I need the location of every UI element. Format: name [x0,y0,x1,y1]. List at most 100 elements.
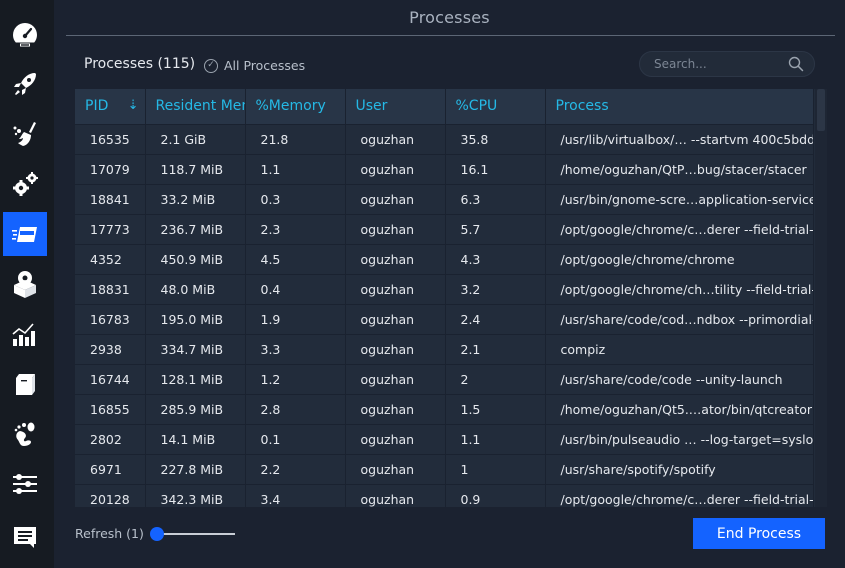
cell-user: oguzhan [345,394,446,425]
cell-memory-percent: 21.8 [245,124,346,155]
cell-process: /usr/bin/gnome-scre…application-service [545,184,814,215]
table-row[interactable]: 16535 2.1 GiB 21.8 oguzhan 35.8/usr/lib/virt… [75,124,814,155]
table-row[interactable]: 20128 342.3 MiB 3.4 oguzhan 0.9/opt/google/c… [75,484,814,507]
cell-pid: 17773 [75,214,146,245]
table-row[interactable]: 18831 48.0 MiB 0.4 oguzhan 3.2/opt/google/ch… [75,274,814,305]
cell-pid: 16744 [75,364,146,395]
table-row[interactable]: 17079 118.7 MiB 1.1 oguzhan 16.1/home/oguzha… [75,154,814,185]
cell-process: compiz [545,334,814,365]
cell-resident-memory: 236.7 MiB [145,214,246,245]
column-header-pid[interactable]: PID ⇣ [75,89,146,125]
sidebar-item-gnome-settings[interactable] [3,412,47,456]
cell-resident-memory: 2.1 GiB [145,124,246,155]
sidebar-item-system-cleaner[interactable] [3,112,47,156]
slider-track [156,533,235,535]
cell-pid: 6971 [75,454,146,485]
gnome-foot-icon [14,422,35,446]
column-header-cpu-percent[interactable]: %CPU [445,89,546,125]
cell-memory-percent: 1.1 [245,154,346,185]
resources-chart-icon [12,323,35,346]
sidebar-item-feedback[interactable] [3,515,47,559]
cell-resident-memory: 342.3 MiB [145,484,246,507]
sidebar-item-services[interactable] [3,162,47,206]
gears-icon [13,172,38,196]
cell-pid: 18831 [75,274,146,305]
table-header-row: PID ⇣ Resident Memory %Memory User %CPU P… [75,89,814,125]
cell-process: /home/oguzhan/Qt5.…ator/bin/qtcreator [545,394,814,425]
table-row[interactable]: 6971 227.8 MiB 2.2 oguzhan 1/usr/share/spoti… [75,454,814,485]
cell-user: oguzhan [345,214,446,245]
cell-memory-percent: 3.4 [245,484,346,507]
rocket-icon [14,73,36,95]
sidebar-item-dashboard[interactable] [3,12,47,56]
cell-memory-percent: 3.3 [245,334,346,365]
cell-cpu-percent: 16.1 [445,154,546,185]
cell-pid: 2802 [75,424,146,455]
column-header-memory-percent[interactable]: %Memory [245,89,346,125]
slider-handle[interactable] [150,527,164,541]
end-process-button[interactable]: End Process [693,518,825,549]
cell-resident-memory: 450.9 MiB [145,244,246,275]
sliders-icon [13,474,37,494]
column-header-user[interactable]: User [345,89,446,125]
search-icon[interactable] [788,56,804,72]
cell-resident-memory: 33.2 MiB [145,184,246,215]
check-circle-icon: ✓ [204,58,218,73]
cell-memory-percent: 0.1 [245,424,346,455]
cell-memory-percent: 2.3 [245,214,346,245]
sidebar-item-uninstaller[interactable] [3,262,47,306]
search-input[interactable] [654,57,784,71]
sidebar-item-resources[interactable] [3,312,47,356]
cell-memory-percent: 0.3 [245,184,346,215]
cell-resident-memory: 48.0 MiB [145,274,246,305]
table-scrollbar[interactable] [815,89,827,507]
table-row[interactable]: 2938 334.7 MiB 3.3 oguzhan 2.1 compiz [75,334,814,365]
table-row[interactable]: 16744 128.1 MiB 1.2 oguzhan 2/usr/share/code… [75,364,814,395]
sidebar-item-startup-apps[interactable] [3,62,47,106]
cell-pid: 2938 [75,334,146,365]
cell-user: oguzhan [345,454,446,485]
column-header-resident-memory[interactable]: Resident Memory [145,89,246,125]
cell-resident-memory: 195.0 MiB [145,304,246,335]
table-row[interactable]: 18841 33.2 MiB 0.3 oguzhan 6.3/usr/bin/gnome… [75,184,814,215]
cell-memory-percent: 1.2 [245,364,346,395]
cell-cpu-percent: 0.9 [445,484,546,507]
all-processes-checkbox[interactable]: ✓ All Processes [204,58,305,73]
cell-pid: 17079 [75,154,146,185]
cell-process: /opt/google/chrome/c…derer --field-trial… [545,484,814,507]
column-header-process[interactable]: Process [545,89,814,125]
cell-resident-memory: 285.9 MiB [145,394,246,425]
cell-memory-percent: 2.2 [245,454,346,485]
process-count-label: Processes (115) [84,56,196,72]
table-row[interactable]: 17773 236.7 MiB 2.3 oguzhan 5.7/opt/google/c… [75,214,814,245]
uninstaller-icon [14,271,36,298]
cell-memory-percent: 0.4 [245,274,346,305]
cell-user: oguzhan [345,304,446,335]
cell-pid: 16535 [75,124,146,155]
cell-cpu-percent: 3.2 [445,274,546,305]
feedback-message-icon [14,527,36,548]
cell-user: oguzhan [345,274,446,305]
process-table: PID ⇣ Resident Memory %Memory User %CPU P… [75,89,815,507]
cell-user: oguzhan [345,364,446,395]
broom-cleaner-icon [13,122,36,146]
cell-memory-percent: 1.9 [245,304,346,335]
table-row[interactable]: 16783 195.0 MiB 1.9 oguzhan 2.4/usr/share/co… [75,304,814,335]
sidebar-item-processes[interactable] [3,212,47,256]
sidebar-item-settings[interactable] [3,462,47,506]
sidebar-item-apt-repository[interactable] [3,362,47,406]
cell-resident-memory: 227.8 MiB [145,454,246,485]
cell-pid: 4352 [75,244,146,275]
cell-cpu-percent: 2.1 [445,334,546,365]
scrollbar-thumb[interactable] [817,89,825,131]
table-row[interactable]: 4352 450.9 MiB 4.5 oguzhan 4.3/opt/google/ch… [75,244,814,275]
page-title: Processes [409,8,490,27]
table-row[interactable]: 2802 14.1 MiB 0.1 oguzhan 1.1/usr/bin/pulsea… [75,424,814,455]
cell-process: /usr/share/code/cod…ndbox --primordial- [545,304,814,335]
cell-process: /usr/share/spotify/spotify [545,454,814,485]
table-row[interactable]: 16855 285.9 MiB 2.8 oguzhan 1.5/home/oguzhan… [75,394,814,425]
refresh-slider[interactable] [150,527,235,541]
sidebar [0,0,54,568]
cell-cpu-percent: 1.1 [445,424,546,455]
cell-process: /opt/google/chrome/ch…tility --field-tri… [545,274,814,305]
